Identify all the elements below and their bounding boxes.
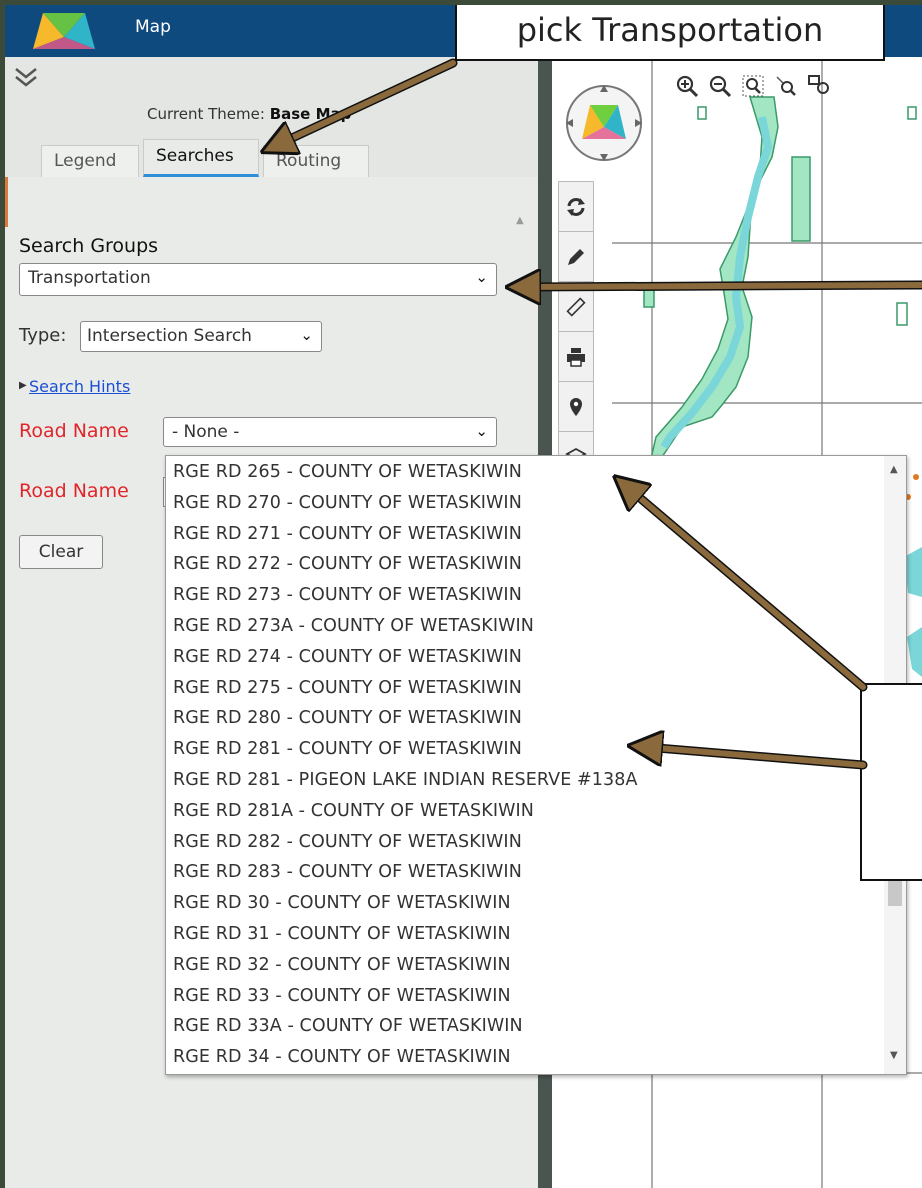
road-name-value-1: - None -: [172, 422, 240, 442]
tab-routing[interactable]: Routing: [263, 145, 369, 177]
chevron-down-icon: ⌄: [475, 422, 488, 440]
caret-right-icon[interactable]: ▶: [19, 380, 27, 391]
dropdown-option[interactable]: RGE RD 272 - COUNTY OF WETASKIWIN: [173, 554, 522, 585]
dropdown-option[interactable]: RGE RD 280 - COUNTY OF WETASKIWIN: [173, 708, 522, 739]
callout-right: [860, 683, 922, 881]
refresh-icon[interactable]: [559, 182, 593, 232]
road-name-dropdown[interactable]: RGE RD 265 - COUNTY OF WETASKIWIN RGE RD …: [165, 455, 907, 1075]
app-title: Map: [135, 17, 171, 37]
dropdown-option[interactable]: RGE RD 271 - COUNTY OF WETASKIWIN: [173, 524, 522, 555]
compass-icon[interactable]: [564, 83, 644, 163]
dropdown-option[interactable]: RGE RD 31 - COUNTY OF WETASKIWIN: [173, 924, 511, 955]
dropdown-option[interactable]: RGE RD 32 - COUNTY OF WETASKIWIN: [173, 955, 511, 986]
ruler-icon[interactable]: [559, 282, 593, 332]
dropdown-option[interactable]: RGE RD 273 - COUNTY OF WETASKIWIN: [173, 585, 522, 616]
search-group-select[interactable]: Transportation ⌄: [19, 263, 497, 296]
type-select[interactable]: Intersection Search ⌄: [80, 321, 322, 352]
search-group-value: Transportation: [28, 268, 151, 288]
dropdown-option[interactable]: RGE RD 273A - COUNTY OF WETASKIWIN: [173, 616, 534, 647]
zoom-out-icon[interactable]: [703, 71, 736, 101]
road-name-select-1[interactable]: - None - ⌄: [163, 417, 497, 447]
zoom-in-icon[interactable]: [670, 71, 703, 101]
dropdown-option[interactable]: RGE RD 283 - COUNTY OF WETASKIWIN: [173, 862, 522, 893]
dropdown-option[interactable]: RGE RD 265 - COUNTY OF WETASKIWIN: [173, 462, 522, 493]
tab-searches[interactable]: Searches: [143, 139, 259, 177]
chevron-down-icon: ⌄: [300, 326, 313, 344]
accent-bar: [5, 177, 8, 227]
collapse-chevron-icon[interactable]: [13, 65, 39, 91]
dropdown-option[interactable]: RGE RD 281 - PIGEON LAKE INDIAN RESERVE …: [173, 770, 638, 801]
search-groups-label: Search Groups: [19, 235, 159, 257]
dropdown-option[interactable]: RGE RD 34 - COUNTY OF WETASKIWIN: [173, 1047, 511, 1074]
zoom-box-icon[interactable]: [736, 71, 769, 101]
dropdown-option[interactable]: RGE RD 274 - COUNTY OF WETASKIWIN: [173, 647, 522, 678]
scroll-up-icon[interactable]: ▲: [890, 464, 898, 475]
scroll-down-icon[interactable]: ▼: [890, 1050, 898, 1061]
scroll-up-icon[interactable]: ▲: [516, 215, 524, 226]
road-name-label-2: Road Name: [19, 480, 129, 502]
map-side-toolbar: [558, 181, 594, 465]
tab-legend[interactable]: Legend: [41, 145, 139, 177]
current-theme: Current Theme: Base Map: [147, 105, 351, 123]
theme-label: Current Theme:: [147, 105, 265, 123]
panel-tabs: Legend Searches Routing: [5, 127, 537, 177]
road-name-label-1: Road Name: [19, 420, 129, 442]
dropdown-option[interactable]: RGE RD 282 - COUNTY OF WETASKIWIN: [173, 832, 522, 863]
type-label: Type:: [19, 325, 67, 346]
app-logo-icon: [33, 13, 95, 49]
search-hints-link[interactable]: Search Hints: [29, 377, 130, 396]
dropdown-option[interactable]: RGE RD 281 - COUNTY OF WETASKIWIN: [173, 739, 522, 770]
dropdown-option[interactable]: RGE RD 270 - COUNTY OF WETASKIWIN: [173, 493, 522, 524]
dropdown-option[interactable]: RGE RD 275 - COUNTY OF WETASKIWIN: [173, 678, 522, 709]
clear-button[interactable]: Clear: [19, 535, 103, 569]
dropdown-option[interactable]: RGE RD 33 - COUNTY OF WETASKIWIN: [173, 986, 511, 1017]
map-toolbar: [670, 71, 835, 101]
callout-top-text: pick Transportation: [516, 11, 824, 49]
dropdown-option[interactable]: RGE RD 30 - COUNTY OF WETASKIWIN: [173, 893, 511, 924]
print-icon[interactable]: [559, 332, 593, 382]
dropdown-option[interactable]: RGE RD 281A - COUNTY OF WETASKIWIN: [173, 801, 534, 832]
callout-top: pick Transportation: [455, 5, 885, 61]
theme-value: Base Map: [269, 105, 352, 123]
type-value: Intersection Search: [87, 326, 252, 346]
dropdown-option[interactable]: RGE RD 33A - COUNTY OF WETASKIWIN: [173, 1016, 523, 1047]
zoom-extent-icon[interactable]: [769, 71, 802, 101]
app-window: Map Current Theme: Base Map Legend Searc…: [5, 5, 922, 1188]
location-pin-icon[interactable]: [559, 382, 593, 432]
pencil-icon[interactable]: [559, 232, 593, 282]
chevron-down-icon: ⌄: [475, 268, 488, 286]
pan-icon[interactable]: [802, 71, 835, 101]
